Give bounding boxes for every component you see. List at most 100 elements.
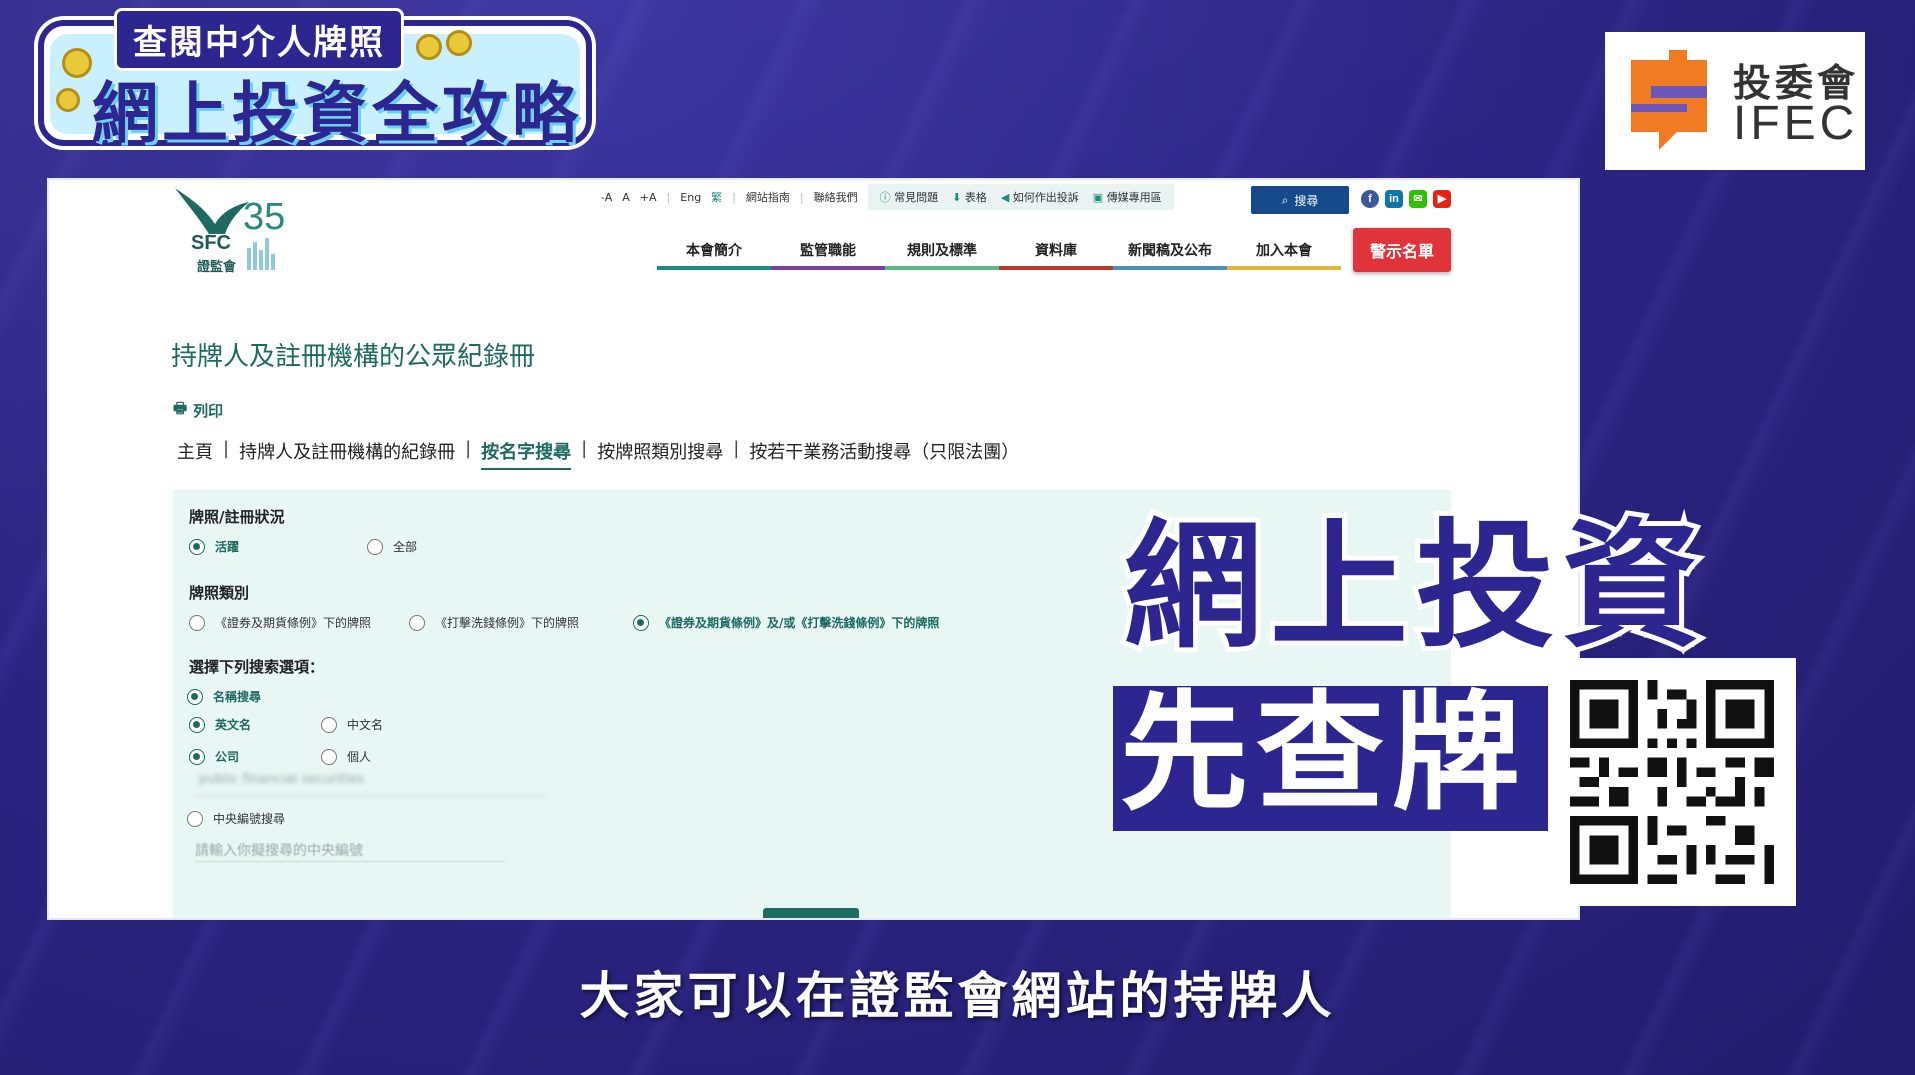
english-name-radio[interactable]: 英文名 <box>189 716 251 733</box>
divider: | <box>223 438 230 459</box>
radio-circle <box>321 716 337 733</box>
radio-circle <box>633 614 649 631</box>
radio-label: 英文名 <box>215 718 252 732</box>
sfc-eagle-icon <box>175 188 275 270</box>
wechat-icon[interactable]: ✉ <box>1409 190 1427 208</box>
ce-number-input[interactable]: 請輸入你擬搜尋的中央編號 <box>195 840 505 862</box>
coin-icon <box>62 48 92 78</box>
download-icon: ⬇ <box>952 191 965 204</box>
type-both-radio[interactable]: 《證券及期貨條例》及/或《打擊洗錢條例》下的牌照 <box>633 614 939 631</box>
company-radio[interactable]: 公司 <box>189 748 239 765</box>
print-button[interactable]: 🖶 列印 <box>173 398 223 423</box>
radio-circle <box>187 688 203 705</box>
media-link[interactable]: ▣ 傳媒專用區 <box>1093 189 1162 205</box>
image-icon: ▣ <box>1092 191 1107 204</box>
facebook-icon[interactable]: f <box>1361 190 1379 208</box>
radio-circle <box>189 716 205 733</box>
divider: | <box>799 190 804 204</box>
sitemap-link[interactable]: 網站指南 <box>746 189 790 205</box>
search-icon: ⌕ <box>1281 192 1289 207</box>
qr-code-icon <box>1570 680 1774 884</box>
tab-search-by-licence[interactable]: 按牌照類別搜尋 <box>597 438 723 470</box>
tab-search-by-name[interactable]: 按名字搜尋 <box>481 438 572 470</box>
complaint-link[interactable]: ◀ 如何作出投訴 <box>1001 189 1079 205</box>
type-sfo-radio[interactable]: 《證券及期貨條例》下的牌照 <box>189 614 371 631</box>
print-label: 列印 <box>193 402 224 420</box>
status-all-radio[interactable]: 全部 <box>367 538 417 555</box>
nav-news[interactable]: 新聞稿及公布 <box>1113 232 1227 270</box>
radio-circle <box>321 748 337 765</box>
printer-icon: 🖶 <box>173 399 188 417</box>
question-icon: ⓘ <box>879 191 895 204</box>
breadcrumb-home[interactable]: 主頁 <box>177 438 213 470</box>
youtube-icon[interactable]: ▶ <box>1433 190 1451 208</box>
font-normal-button[interactable]: A <box>622 191 630 204</box>
coin-icon <box>416 34 442 60</box>
coin-icon <box>446 30 472 56</box>
radio-label: 個人 <box>347 750 372 764</box>
submit-button[interactable] <box>763 908 859 918</box>
ifec-mark-icon <box>1631 50 1707 150</box>
linkedin-icon[interactable]: in <box>1385 190 1403 208</box>
licence-type-label: 牌照類別 <box>189 584 250 602</box>
radio-label: 全部 <box>393 540 418 554</box>
radio-label: 《打擊洗錢條例》下的牌照 <box>435 616 580 630</box>
nav-database[interactable]: 資料庫 <box>999 232 1113 270</box>
sfc-anniversary: 35 <box>243 196 286 238</box>
faq-link[interactable]: ⓘ 常見問題 <box>880 189 939 205</box>
breadcrumb-register[interactable]: 持牌人及註冊機構的紀錄冊 <box>239 438 455 470</box>
divider: | <box>732 190 736 204</box>
sfc-logo-cn: 證監會 <box>197 260 237 275</box>
name-search-radio[interactable]: 名稱搜尋 <box>187 688 261 705</box>
breadcrumb: 主頁 | 持牌人及註冊機構的紀錄冊 | 按名字搜尋 | 按牌照類別搜尋 | 按若… <box>177 438 1019 470</box>
radio-label: 《證券及期貨條例》及/或《打擊洗錢條例》下的牌照 <box>659 616 940 630</box>
individual-radio[interactable]: 個人 <box>321 748 371 765</box>
badge-main-text: 網上投資全攻略 <box>92 75 582 152</box>
nav-rules[interactable]: 規則及標準 <box>885 232 999 270</box>
radio-circle <box>189 614 205 631</box>
status-active-radio[interactable]: 活躍 <box>189 538 239 555</box>
quick-links: ⓘ 常見問題 ⬇ 表格 ◀ 如何作出投訴 ▣ 傳媒專用區 <box>867 184 1174 210</box>
radio-label: 《證券及期貨條例》下的牌照 <box>215 616 372 630</box>
status-label: 牌照/註冊狀況 <box>189 508 285 526</box>
chinese-name-radio[interactable]: 中文名 <box>321 716 383 733</box>
forms-label: 表格 <box>964 191 987 204</box>
coin-icon <box>56 88 80 112</box>
ifec-logo: 投委會 IFEC <box>1605 32 1865 170</box>
radio-circle <box>367 538 383 555</box>
search-button[interactable]: ⌕ 搜尋 <box>1251 186 1349 214</box>
divider: | <box>581 438 588 459</box>
radio-circle <box>189 538 205 555</box>
nav-about[interactable]: 本會簡介 <box>657 232 771 270</box>
contact-link[interactable]: 聯絡我們 <box>814 189 858 205</box>
utility-bar: -A A +A | Eng 繁 | 網站指南 | 聯絡我們 ⓘ 常見問題 ⬇ 表… <box>601 184 1174 210</box>
radio-label: 公司 <box>215 750 240 764</box>
radio-label: 中央編號搜尋 <box>213 812 286 826</box>
nav-careers[interactable]: 加入本會 <box>1227 232 1341 270</box>
nav-regulatory[interactable]: 監管職能 <box>771 232 885 270</box>
lang-trad-link[interactable]: 繁 <box>711 189 722 205</box>
font-small-button[interactable]: -A <box>601 191 612 204</box>
lang-eng-link[interactable]: Eng <box>680 191 701 204</box>
video-subtitle: 大家可以在證監會網站的持牌人 <box>579 967 1336 1025</box>
ce-search-radio[interactable]: 中央編號搜尋 <box>187 810 285 827</box>
tab-search-by-activity[interactable]: 按若干業務活動搜尋（只限法團） <box>749 438 1019 470</box>
font-large-button[interactable]: +A <box>640 191 657 204</box>
search-label: 搜尋 <box>1294 193 1319 208</box>
media-label: 傳媒專用區 <box>1106 191 1162 204</box>
qr-code <box>1548 658 1796 906</box>
type-amlo-radio[interactable]: 《打擊洗錢條例》下的牌照 <box>409 614 579 631</box>
radio-circle <box>189 748 205 765</box>
search-option-label: 選擇下列搜索選項： <box>189 658 325 676</box>
social-links: f in ✉ ▶ <box>1361 190 1451 208</box>
alert-list-button[interactable]: 警示名單 <box>1353 228 1451 272</box>
radio-label: 名稱搜尋 <box>213 690 262 704</box>
ifec-en-text: IFEC <box>1733 97 1859 150</box>
name-input[interactable]: public financial securities <box>195 772 545 796</box>
radio-circle <box>409 614 425 631</box>
forms-link[interactable]: ⬇ 表格 <box>952 189 987 205</box>
overlay-headline: 網上投資 <box>1119 506 1709 667</box>
sfc-logo-text: SFC <box>191 232 231 254</box>
page-title: 持牌人及註冊機構的公眾紀錄冊 <box>171 342 536 372</box>
faq-label: 常見問題 <box>894 191 939 204</box>
